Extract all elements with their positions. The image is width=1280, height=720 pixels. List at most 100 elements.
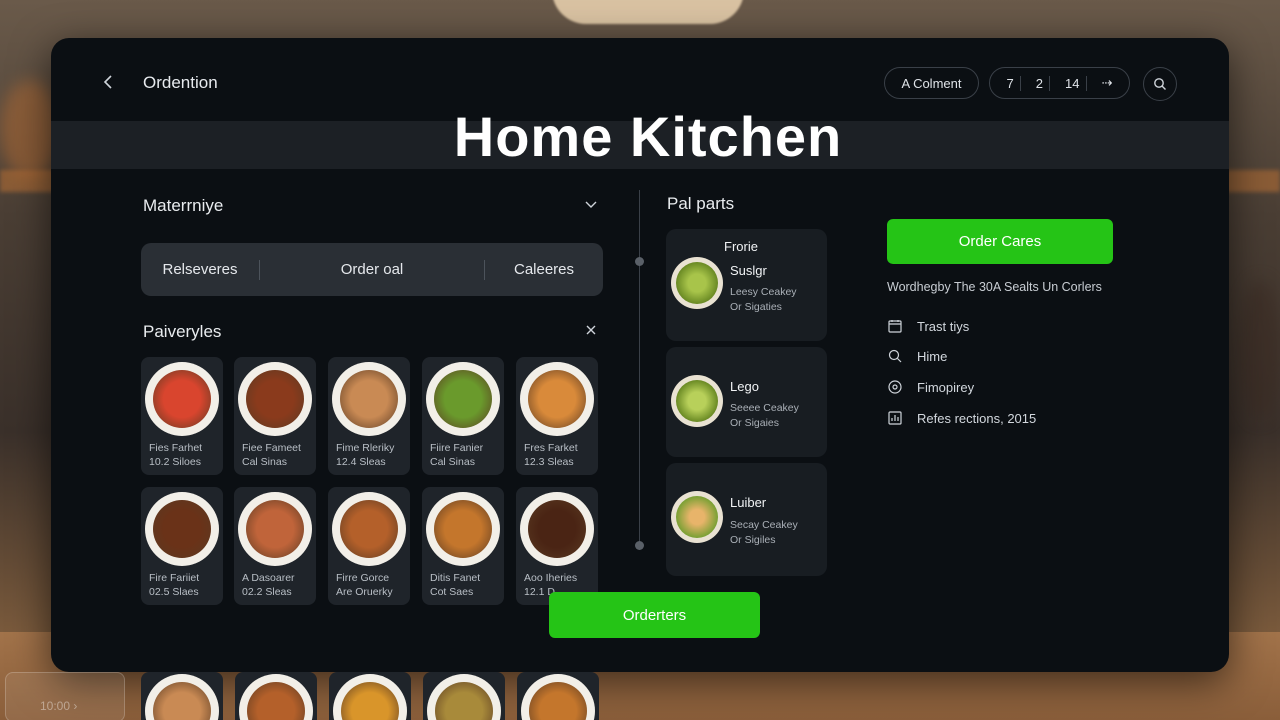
box-icon (434, 500, 492, 558)
dish-name: A Dasoarer (242, 572, 295, 584)
dish-image (426, 492, 500, 566)
dish-image (332, 492, 406, 566)
quantity-option[interactable]: 14 (1059, 75, 1087, 91)
dish-tile[interactable]: Aoo Iheries 12.1 D... (516, 487, 598, 605)
steak-icon (153, 500, 211, 558)
dish-tile[interactable] (329, 672, 411, 720)
dish-tile[interactable]: Fiee Fameet Cal Sinas (234, 357, 316, 475)
dish-tile[interactable] (141, 672, 223, 720)
timeline-dot (635, 257, 644, 266)
dish-image (520, 492, 594, 566)
meta-text: Hime (917, 348, 948, 364)
segment-reserves[interactable]: Relseveres (141, 261, 259, 278)
dish-image (145, 362, 219, 436)
dish-image (333, 674, 407, 720)
chart-icon (888, 411, 902, 425)
order-button[interactable]: Orderters (549, 592, 760, 638)
dish-name: Fiee Fameet (242, 442, 301, 454)
dish-tile[interactable] (235, 672, 317, 720)
quantity-selector[interactable]: 7 2 14 ⇢ (989, 67, 1130, 99)
segment-order[interactable]: Order oal (260, 261, 484, 278)
meta-row[interactable]: Hime (887, 348, 947, 364)
segmented-control: Relseveres Order oal Caleeres (141, 243, 603, 296)
dish-name: Fiire Fanier (430, 442, 484, 454)
quantity-option[interactable]: 2 (1030, 75, 1051, 91)
meta-row[interactable]: Trast tiys (887, 318, 969, 334)
card-subtitle: Or Sigaies (730, 417, 780, 429)
food-icon (341, 682, 399, 720)
background-lamp (552, 0, 744, 24)
food-icon (435, 682, 493, 720)
dish-info: Are Oruerky (336, 586, 393, 598)
chevron-down-icon[interactable] (583, 196, 599, 212)
food-icon (529, 682, 587, 720)
dish-info: 02.5 Slaes (149, 586, 199, 598)
dish-image (427, 674, 501, 720)
dish-name: Aoo Iheries (524, 572, 578, 584)
card-subtitle: Leesy Ceakey (730, 286, 797, 298)
salad-icon (434, 370, 492, 428)
dish-card[interactable]: Lego Seeee Ceakey Or Sigaies (666, 347, 827, 457)
dish-tile[interactable]: Ditis Fanet Cot Saes (422, 487, 504, 605)
order-cares-button[interactable]: Order Cares (887, 219, 1113, 264)
dish-tile[interactable] (517, 672, 599, 720)
dish-image (671, 375, 723, 427)
chili-icon (246, 370, 304, 428)
dish-image (238, 362, 312, 436)
corner-control[interactable]: 10:00 › (5, 672, 125, 720)
dish-tile[interactable]: A Dasoarer 02.2 Sleas (234, 487, 316, 605)
dish-image (671, 257, 723, 309)
dish-image (671, 491, 723, 543)
food-icon (247, 682, 305, 720)
info-icon (888, 380, 902, 394)
noodles-icon (246, 500, 304, 558)
search-icon (1154, 78, 1166, 90)
card-title: Frorie (724, 239, 758, 254)
meta-row[interactable]: Fimopirey (887, 379, 974, 395)
chevron-left-icon (103, 75, 112, 89)
dish-info: 02.2 Sleas (242, 586, 292, 598)
meta-row[interactable]: Refes rections, 2015 (887, 410, 1036, 426)
back-button[interactable] (99, 72, 119, 92)
meta-text: Fimopirey (917, 379, 975, 395)
segment-calories[interactable]: Caleeres (485, 261, 603, 278)
dish-image (145, 674, 219, 720)
subtitle-text: Wordhegby The 30A Sealts Un Corlers (887, 280, 1102, 294)
arrow-option[interactable]: ⇢ (1096, 75, 1119, 91)
dish-info: 12.3 Sleas (524, 456, 574, 468)
fish-icon (340, 370, 398, 428)
section-title: Materrniye (143, 196, 224, 215)
dish-info: Cal Sinas (430, 456, 475, 468)
dish-tile[interactable] (423, 672, 505, 720)
timeline-dot (635, 541, 644, 550)
card-subtitle: Seeee Ceakey (730, 402, 799, 414)
dish-info: 12.4 Sleas (336, 456, 386, 468)
dish-tile[interactable]: Fime Rleriky 12.4 Sleas (328, 357, 410, 475)
meta-text: Refes rections, 2015 (917, 410, 1037, 426)
account-button[interactable]: A Colment (884, 67, 979, 99)
close-icon[interactable] (583, 322, 599, 338)
dish-image (521, 674, 595, 720)
timeline-line (639, 190, 640, 550)
dish-info: Cot Saes (430, 586, 474, 598)
dish-name: Ditis Fanet (430, 572, 481, 584)
dish-info: Cal Sinas (242, 456, 287, 468)
section-title: Paiveryles (143, 322, 222, 341)
quantity-option[interactable]: 7 (1001, 75, 1021, 91)
search-button[interactable] (1143, 67, 1177, 101)
food-icon (676, 496, 718, 538)
dish-card[interactable]: Frorie Suslgr Leesy Ceakey Or Sigaties (666, 229, 827, 341)
dish-name: Fime Rleriky (336, 442, 395, 454)
dish-tile[interactable]: Fres Farket 12.3 Sleas (516, 357, 598, 475)
dish-tile[interactable]: Firre Gorce Are Oruerky (328, 487, 410, 605)
dish-tile[interactable]: Fire Fariiet 02.5 Slaes (141, 487, 223, 605)
card-name: Suslgr (730, 263, 767, 278)
mince-icon (528, 500, 586, 558)
dish-tile[interactable]: Fiire Fanier Cal Sinas (422, 357, 504, 475)
dish-card[interactable]: Luiber Secay Ceakey Or Sigiles (666, 463, 827, 576)
food-icon (676, 262, 718, 304)
pasta-icon (153, 370, 211, 428)
dish-tile[interactable]: Fies Farhet 10.2 Siloes (141, 357, 223, 475)
dish-image (332, 362, 406, 436)
card-subtitle: Or Sigiles (730, 534, 776, 546)
